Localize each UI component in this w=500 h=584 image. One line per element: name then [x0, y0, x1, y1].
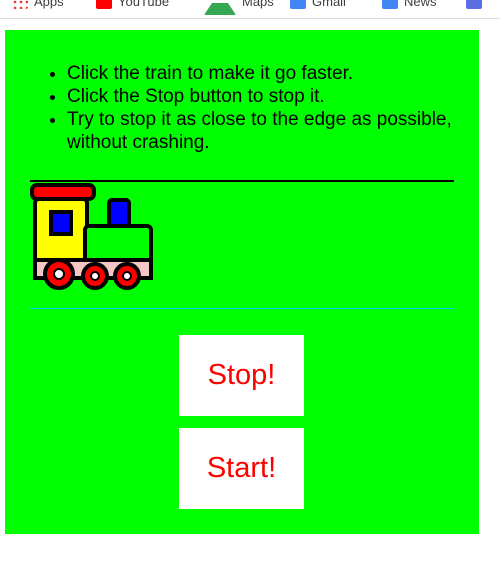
- start-button[interactable]: Start!: [179, 428, 304, 509]
- youtube-icon: [96, 0, 112, 9]
- bookmark-label: Apps: [34, 0, 64, 9]
- instruction-item: Click the Stop button to stop it.: [67, 85, 467, 108]
- maps-icon: [204, 0, 236, 15]
- bookmark-label: YouTube: [118, 0, 170, 9]
- bookmark-news[interactable]: News: [382, 0, 437, 11]
- bookmark-gmail[interactable]: Gmail: [290, 0, 346, 11]
- bookmark-label: Maps: [242, 0, 274, 9]
- bookmark-label: Gmail: [312, 0, 346, 9]
- track-bottom-line: [30, 308, 454, 309]
- stop-button[interactable]: Stop!: [179, 335, 304, 416]
- bookmark-extension[interactable]: [466, 0, 482, 11]
- bookmark-maps[interactable]: Maps: [204, 0, 274, 15]
- instructions-list: Click the train to make it go faster. Cl…: [37, 62, 467, 154]
- gmail-icon: [290, 0, 306, 9]
- instruction-item: Try to stop it as close to the edge as p…: [67, 108, 467, 154]
- game-panel: Click the train to make it go faster. Cl…: [5, 30, 479, 534]
- bookmark-label: News: [404, 0, 437, 9]
- news-icon: [382, 0, 398, 9]
- train-icon[interactable]: [29, 182, 155, 298]
- bookmark-youtube[interactable]: YouTube: [96, 0, 169, 11]
- apps-icon: [12, 0, 28, 9]
- instruction-item: Click the train to make it go faster.: [67, 62, 467, 85]
- extension-icon: [466, 0, 482, 9]
- bookmarks-bar: Apps YouTube Maps Gmail News: [0, 0, 500, 19]
- bookmark-apps[interactable]: Apps: [12, 0, 64, 11]
